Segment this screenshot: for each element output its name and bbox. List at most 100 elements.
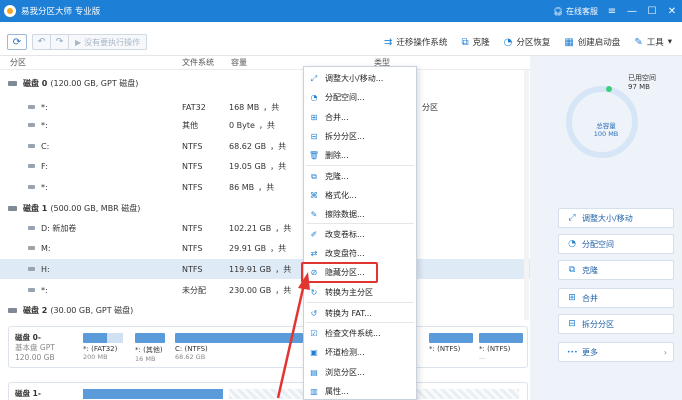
partition-recovery-button[interactable]: ◔ 分区恢复 xyxy=(504,36,551,49)
partition-row[interactable]: F: NTFS 19.05 GB ，共 xyxy=(0,156,530,176)
table-scrollbar[interactable] xyxy=(524,70,529,320)
menu-item-label: 转换为 FAT... xyxy=(325,309,372,318)
partition-row[interactable]: D: 新加卷 NTFS 102.21 GB ，共 xyxy=(0,218,530,238)
partition-fs: 未分配 xyxy=(182,285,206,295)
table-header: 分区 文件系统 容量 类型 xyxy=(0,56,530,70)
migrate-label: 迁移操作系统 xyxy=(396,38,448,48)
clone-label: 克隆 xyxy=(472,38,490,48)
partition-label: C: xyxy=(41,141,50,151)
menu-item-label: 浏览分区... xyxy=(325,368,365,377)
total-capacity: 总容量 100 MB xyxy=(530,122,682,138)
disk-map-type: 基本盘 GPT xyxy=(15,343,55,352)
disk-map-segment[interactable]: *: (其他) 16 MB xyxy=(135,333,165,363)
online-service-label: 在线客服 xyxy=(566,6,598,16)
partition-fs: 其他 xyxy=(182,120,198,130)
menu-item[interactable]: ⧉ 克隆... xyxy=(304,167,416,186)
partition-capacity: 86 MB ，共 xyxy=(229,182,274,193)
partition-row[interactable]: *: NTFS 86 MB ，共 xyxy=(0,177,530,197)
apply-pending-button[interactable]: ▶ 没有要执行操作 xyxy=(69,35,146,49)
menu-item-label: 克隆... xyxy=(325,172,349,181)
split-icon: ⊟ xyxy=(568,319,576,329)
sidebar-resize-button[interactable]: ⤢ 调整大小/移动 xyxy=(558,208,674,228)
create-bootdisk-button[interactable]: ▦ 创建启动盘 xyxy=(564,36,621,49)
partition-name: F: xyxy=(28,162,48,171)
menu-item[interactable]: ⊟ 拆分分区... xyxy=(304,127,416,146)
title-bar: 易我分区大师 专业版 🎧︎ 在线客服 ≡ — ☐ ✕ xyxy=(0,0,682,22)
partition-row[interactable]: *: 未分配 230.00 GB ，共 xyxy=(0,280,530,300)
capacity-total: ，共 xyxy=(270,141,287,151)
partition-row[interactable]: *: 其他 0 Byte ，共 xyxy=(0,115,530,135)
disk-map-segment[interactable]: *: (NTFS) xyxy=(429,333,473,363)
disk-map-segment[interactable]: *: (NTFS) ... xyxy=(479,333,523,363)
disk-row[interactable]: 磁盘 0 (120.00 GB, GPT 磁盘) xyxy=(0,73,530,93)
merge-icon: ⊞ xyxy=(310,113,318,122)
menu-item[interactable]: ◔ 分配空间... xyxy=(304,88,416,107)
disk-map-1[interactable]: 磁盘 1- 基本盘 MBR xyxy=(8,382,528,400)
partition-capacity: 0 Byte ，共 xyxy=(229,120,275,131)
menu-item[interactable]: ⇄ 改变盘符... xyxy=(304,244,416,263)
tools-button[interactable]: ✎ 工具 ▾ xyxy=(634,36,672,49)
disk-icon xyxy=(8,205,17,211)
close-button[interactable]: ✕ xyxy=(666,6,678,17)
disk-row[interactable]: 磁盘 1 (500.00 GB, MBR 磁盘) xyxy=(0,198,530,218)
disk-map-segment[interactable]: *: (FAT32) 200 MB xyxy=(83,333,123,363)
partition-table: 分区 文件系统 容量 类型 xyxy=(0,56,530,70)
menu-icon[interactable]: ≡ xyxy=(606,6,618,17)
disk-row[interactable]: 磁盘 2 (30.00 GB, GPT 磁盘) xyxy=(0,300,530,320)
capacity-total: ，共 xyxy=(270,243,287,253)
menu-item[interactable]: ⌘ 格式化... xyxy=(304,186,416,205)
disk-map-0[interactable]: 磁盘 0- 基本盘 GPT 120.00 GB *: (FAT32) 200 M… xyxy=(8,326,528,368)
menu-item[interactable]: 🗑︎ 删除... xyxy=(304,146,416,165)
online-service-button[interactable]: 🎧︎ 在线客服 xyxy=(553,6,598,17)
sidebar-merge-button[interactable]: ⊞ 合并 xyxy=(558,288,674,308)
partition-row[interactable]: H: NTFS 119.91 GB ，共 xyxy=(0,259,530,279)
minimize-button[interactable]: — xyxy=(626,6,638,17)
menu-item[interactable]: ⊞ 合并... xyxy=(304,108,416,127)
partition-name: D: 新加卷 xyxy=(28,223,76,234)
col-partition[interactable]: 分区 xyxy=(10,57,26,68)
capacity-value: 230.00 GB xyxy=(229,285,272,295)
sidebar-split-button[interactable]: ⊟ 拆分分区 xyxy=(558,314,674,334)
menu-item[interactable]: ✎ 擦除数据... xyxy=(304,205,416,224)
redo-button[interactable]: ↷ xyxy=(51,35,69,49)
partition-icon xyxy=(28,246,35,250)
refresh-button[interactable]: ⟳ xyxy=(7,34,27,50)
capacity-total: ，共 xyxy=(275,223,292,233)
disk-map-size: 120.00 GB xyxy=(15,353,55,362)
partition-row[interactable]: C: NTFS 68.62 GB ，共 xyxy=(0,136,530,156)
disk-icon xyxy=(8,307,17,313)
menu-item-label: 拆分分区... xyxy=(325,132,365,141)
sidebar-more-button[interactable]: ••• 更多 › xyxy=(558,342,674,362)
segment-size: ... xyxy=(479,353,486,361)
undo-button[interactable]: ↶ xyxy=(33,35,51,49)
clone-button[interactable]: ⧉ 克隆 xyxy=(461,36,490,49)
capacity-value: 119.91 GB xyxy=(229,264,272,274)
delete-icon: 🗑︎ xyxy=(308,151,320,160)
sidebar-button-label: 调整大小/移动 xyxy=(582,213,633,223)
sidebar-allocate-button[interactable]: ◔ 分配空间 xyxy=(558,234,674,254)
disk-label: 磁盘 2 (30.00 GB, GPT 磁盘) xyxy=(8,305,133,316)
menu-item-label: 擦除数据... xyxy=(325,210,365,219)
partition-row[interactable]: *: FAT32 168 MB ，共 分区 xyxy=(0,97,530,117)
partition-row[interactable]: M: NTFS 29.91 GB ，共 xyxy=(0,238,530,258)
sidebar-button-label: 分配空间 xyxy=(582,239,614,249)
letter-icon: ⇄ xyxy=(310,249,318,258)
col-capacity[interactable]: 容量 xyxy=(231,57,247,68)
migrate-os-button[interactable]: ⇉ 迁移操作系统 xyxy=(384,36,448,49)
partition-capacity: 19.05 GB ，共 xyxy=(229,161,286,172)
partition-label: *: xyxy=(41,102,48,112)
bootdisk-label: 创建启动盘 xyxy=(577,38,621,48)
label-icon: ✐ xyxy=(310,230,318,239)
disk-label: 磁盘 0 (120.00 GB, GPT 磁盘) xyxy=(8,78,138,89)
redo-icon: ↷ xyxy=(55,37,64,47)
maximize-button[interactable]: ☐ xyxy=(646,6,658,17)
capacity-value: 29.91 GB xyxy=(229,243,267,253)
col-filesystem[interactable]: 文件系统 xyxy=(182,57,214,68)
menu-item[interactable]: ✐ 改变卷标... xyxy=(304,225,416,244)
partition-fs: NTFS xyxy=(182,182,203,192)
partition-fs: FAT32 xyxy=(182,102,206,112)
sidebar-clone-button[interactable]: ⧉ 克隆 xyxy=(558,260,674,280)
menu-item[interactable]: ⤢ 调整大小/移动... xyxy=(304,69,416,88)
resize-icon: ⤢ xyxy=(310,73,318,83)
toolbar: ⟳ ↶ ↷ ▶ 没有要执行操作 ⇉ 迁移操作系统 ⧉ 克隆 ◔ 分区恢复 ▦ 创建启动盘… xyxy=(0,22,682,56)
